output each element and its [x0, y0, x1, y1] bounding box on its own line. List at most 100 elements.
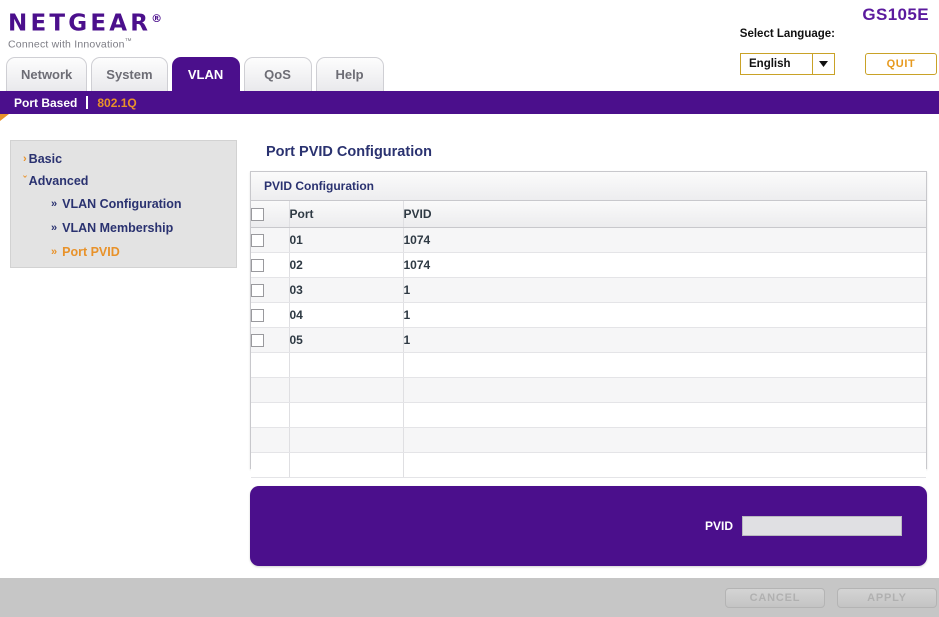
- row-select-cell: [251, 327, 290, 353]
- chevron-down-icon: [812, 54, 834, 74]
- quit-button[interactable]: QUIT: [865, 53, 937, 75]
- table-row[interactable]: 01 1074: [251, 227, 926, 253]
- subnav-item-802-1q[interactable]: 802.1Q: [97, 96, 136, 110]
- cell-port: [289, 377, 404, 403]
- page-header: NETGEAR® Connect with Innovation™ GS105E…: [0, 0, 939, 91]
- row-checkbox[interactable]: [251, 283, 264, 297]
- cell-pvid: 1: [403, 327, 926, 353]
- netgear-logo: NETGEAR® Connect with Innovation™: [8, 6, 162, 50]
- column-header-pvid: PVID: [403, 201, 926, 228]
- cell-pvid: [403, 452, 926, 478]
- sidebar-item-advanced[interactable]: ˇ Advanced: [11, 170, 236, 192]
- sidebar-item-advanced-label: Advanced: [28, 174, 89, 188]
- cell-pvid: 1: [403, 302, 926, 328]
- logo-tagline-text: Connect with Innovation: [8, 38, 125, 51]
- row-checkbox[interactable]: [251, 308, 264, 322]
- tab-vlan[interactable]: VLAN: [171, 57, 240, 91]
- logo-wordmark-text: NETGEAR: [8, 10, 152, 37]
- row-checkbox[interactable]: [251, 333, 264, 347]
- pvid-edit-row: PVID: [705, 516, 902, 536]
- logo-tagline: Connect with Innovation™: [8, 38, 162, 51]
- pvid-table-body: 01 1074 02 1074 03 1 04 1 05 1: [251, 227, 926, 478]
- cell-port: 05: [289, 327, 404, 353]
- pvid-input-label: PVID: [704, 519, 733, 533]
- double-chevron-right-icon: »: [51, 198, 58, 210]
- sub-navigation-bar: Port Based 802.1Q: [0, 91, 939, 114]
- cell-port: [289, 402, 404, 428]
- row-checkbox[interactable]: [251, 233, 264, 247]
- row-select-cell: [251, 427, 290, 453]
- table-row[interactable]: 05 1: [251, 327, 926, 353]
- table-header-row: Port PVID: [251, 201, 926, 228]
- cell-pvid: 1: [403, 277, 926, 303]
- table-row: [251, 452, 926, 478]
- language-select[interactable]: English: [740, 53, 835, 75]
- tab-network[interactable]: Network: [6, 57, 88, 91]
- table-row: [251, 352, 926, 378]
- cell-port: [289, 427, 404, 453]
- row-select-cell: [251, 277, 290, 303]
- row-select-cell: [251, 227, 290, 253]
- tab-qos[interactable]: QoS: [243, 57, 312, 91]
- select-all-checkbox[interactable]: [251, 207, 264, 221]
- sidebar-item-vlan-membership[interactable]: » VLAN Membership: [11, 216, 236, 240]
- row-checkbox[interactable]: [251, 258, 264, 272]
- chevron-right-icon: ›: [23, 152, 27, 165]
- row-select-cell: [251, 352, 290, 378]
- device-model-label: GS105E: [862, 5, 929, 24]
- sidebar-item-port-pvid[interactable]: » Port PVID: [11, 240, 236, 264]
- cell-port: [289, 452, 404, 478]
- pvid-table: Port PVID 01 1074 02 1074 03 1 04 1 05 1: [251, 201, 926, 478]
- cell-pvid: 1074: [403, 252, 926, 278]
- sidebar-item-vlan-configuration-label: VLAN Configuration: [62, 197, 182, 211]
- action-footer-bar: CANCEL APPLY: [0, 578, 939, 617]
- logo-wordmark: NETGEAR®: [8, 6, 162, 37]
- select-all-header-cell: [251, 201, 290, 228]
- trademark-mark-icon: ™: [124, 37, 132, 45]
- table-row: [251, 402, 926, 428]
- apply-button[interactable]: APPLY: [837, 588, 937, 608]
- language-select-value: English: [749, 58, 791, 70]
- main-tab-bar: Network System VLAN QoS Help: [6, 55, 388, 91]
- row-select-cell: [251, 402, 290, 428]
- row-select-cell: [251, 452, 290, 478]
- table-row[interactable]: 03 1: [251, 277, 926, 303]
- row-select-cell: [251, 302, 290, 328]
- table-row[interactable]: 02 1074: [251, 252, 926, 278]
- cell-pvid: 1074: [403, 227, 926, 253]
- double-chevron-right-icon: »: [51, 222, 58, 234]
- sidebar-item-port-pvid-label: Port PVID: [62, 245, 120, 259]
- cell-port: 02: [289, 252, 404, 278]
- table-row[interactable]: 04 1: [251, 302, 926, 328]
- sidebar-item-basic-label: Basic: [28, 152, 63, 166]
- subnav-corner-accent-icon: [0, 114, 9, 121]
- tab-system[interactable]: System: [91, 57, 168, 91]
- table-row: [251, 377, 926, 403]
- double-chevron-right-icon: »: [51, 246, 58, 258]
- select-language-label: Select Language:: [739, 28, 835, 40]
- pvid-edit-panel: PVID: [250, 486, 927, 566]
- tab-help[interactable]: Help: [315, 57, 384, 91]
- subnav-item-port-based[interactable]: Port Based: [14, 96, 77, 110]
- table-row: [251, 427, 926, 453]
- sidebar-menu: › Basic ˇ Advanced » VLAN Configuration …: [10, 140, 237, 268]
- page-title: Port PVID Configuration: [266, 144, 432, 160]
- panel-header-label: PVID Configuration: [251, 172, 926, 201]
- pvid-input[interactable]: [742, 516, 902, 536]
- row-select-cell: [251, 377, 290, 403]
- chevron-down-icon: ˇ: [23, 174, 27, 187]
- registered-mark-icon: ®: [151, 12, 163, 25]
- sidebar-item-basic[interactable]: › Basic: [11, 148, 236, 170]
- subnav-separator: [86, 96, 89, 109]
- cell-port: 04: [289, 302, 404, 328]
- cell-pvid: [403, 427, 926, 453]
- cell-pvid: [403, 402, 926, 428]
- cell-pvid: [403, 377, 926, 403]
- cell-port: 03: [289, 277, 404, 303]
- cancel-button[interactable]: CANCEL: [725, 588, 825, 608]
- sidebar-item-vlan-configuration[interactable]: » VLAN Configuration: [11, 192, 236, 216]
- cell-pvid: [403, 352, 926, 378]
- row-select-cell: [251, 252, 290, 278]
- cell-port: [289, 352, 404, 378]
- column-header-port: Port: [289, 201, 404, 228]
